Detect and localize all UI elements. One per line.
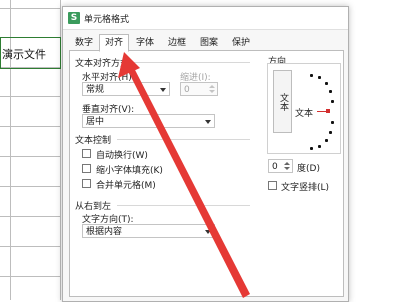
dialog-titlebar[interactable]: S 单元格格式 (63, 7, 348, 30)
dial-dot (318, 145, 321, 148)
merge-cells-checkbox[interactable] (82, 179, 91, 188)
degree-value: 0 (272, 162, 278, 172)
vertical-align-select[interactable]: 居中 (82, 114, 215, 128)
text-direction-select[interactable]: 根据内容 (82, 224, 215, 238)
vertical-stack-label[interactable]: 文字竖排(L) (281, 180, 329, 193)
indent-value: 0 (184, 85, 190, 95)
chevron-down-icon (205, 120, 211, 124)
merge-cells-label[interactable]: 合并单元格(M) (96, 178, 156, 191)
dial-handle[interactable] (326, 109, 330, 113)
spin-up-icon (284, 162, 290, 165)
format-cells-dialog: S 单元格格式 数字 对齐 字体 边框 图案 保护 文本对齐方式 水平对齐(H)… (62, 6, 349, 302)
dialog-title: 单元格格式 (84, 15, 130, 25)
grid-line (0, 246, 60, 247)
horizontal-align-value: 常规 (86, 85, 105, 95)
dial-dot (329, 131, 332, 134)
shrink-to-fit-label[interactable]: 缩小字体填充(K) (96, 163, 163, 176)
section-divider (130, 62, 250, 63)
dial-dot (310, 74, 313, 77)
alignment-panel: 文本对齐方式 水平对齐(H): 常规 缩进(I): 0 垂直对齐(V): 居中 … (69, 50, 344, 297)
wrap-text-checkbox[interactable] (82, 149, 91, 158)
dial-dot (331, 100, 334, 103)
grid-line (0, 156, 60, 157)
dial-dot (310, 147, 313, 150)
indent-spinner[interactable]: 0 (180, 82, 218, 96)
grid-line (0, 96, 60, 97)
spin-down-icon (209, 90, 215, 93)
dial-dot (329, 90, 332, 93)
shrink-to-fit-checkbox[interactable] (82, 164, 91, 173)
alignment-section-title: 文本对齐方式 (75, 59, 130, 69)
vertical-stack-checkbox[interactable] (268, 181, 277, 190)
grid-line (0, 216, 60, 217)
degree-label: 度(D) (297, 164, 320, 174)
grid-line (0, 126, 60, 127)
degree-spinner[interactable]: 0 (268, 159, 293, 173)
cell-text: 演示文件 (2, 48, 46, 61)
wps-app-icon: S (68, 12, 80, 24)
section-divider (117, 205, 250, 206)
wrap-text-label[interactable]: 自动换行(W) (96, 148, 148, 161)
dial-text[interactable]: 文本 (295, 106, 313, 119)
spin-up-icon (209, 85, 215, 88)
rtl-section-title: 从右到左 (75, 202, 112, 212)
dial-dot (331, 121, 334, 124)
grid-line (0, 8, 60, 9)
grid-line (0, 276, 60, 277)
dial-dot (325, 82, 328, 85)
dial-dot (325, 139, 328, 142)
dial-dot (318, 76, 321, 79)
tab-alignment[interactable]: 对齐 (99, 34, 129, 52)
chevron-down-icon (160, 88, 166, 92)
chevron-down-icon (205, 230, 211, 234)
vertical-text-button[interactable]: 文本 (273, 70, 292, 133)
spin-down-icon (284, 167, 290, 170)
text-control-section-title: 文本控制 (75, 136, 112, 146)
horizontal-align-select[interactable]: 常规 (82, 82, 170, 96)
vertical-align-value: 居中 (86, 117, 105, 127)
grid-line (0, 186, 60, 187)
text-direction-value: 根据内容 (86, 227, 123, 237)
section-divider (117, 139, 250, 140)
